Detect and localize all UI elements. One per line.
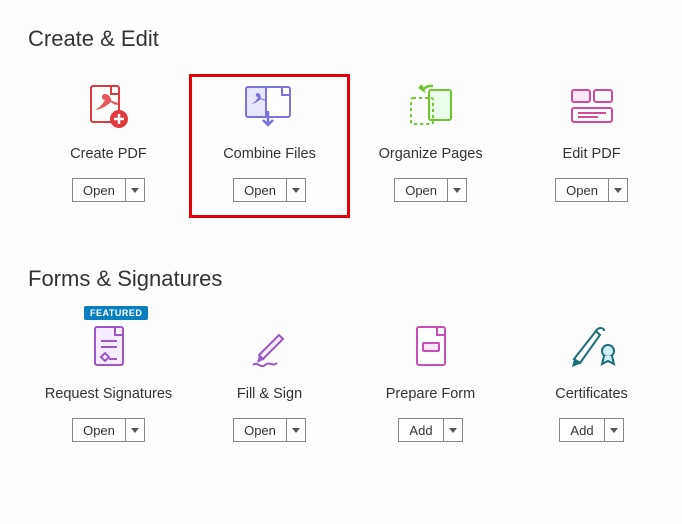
button-label: Open	[556, 179, 609, 201]
tool-label: Fill & Sign	[237, 386, 302, 402]
button-label: Open	[73, 419, 126, 441]
dropdown-arrow-icon[interactable]	[444, 419, 462, 441]
tool-card-combine-files[interactable]: Combine Files Open	[189, 74, 350, 218]
organize-pages-icon	[403, 82, 459, 130]
button-label: Add	[560, 419, 604, 441]
tool-card-request-signatures[interactable]: FEATURED Request Signatures Open	[28, 314, 189, 458]
dropdown-arrow-icon[interactable]	[609, 179, 627, 201]
tools-grid-forms-signatures: FEATURED Request Signatures Open	[28, 314, 672, 458]
create-pdf-icon	[80, 82, 136, 130]
tool-label: Prepare Form	[386, 386, 475, 402]
tool-card-fill-sign[interactable]: Fill & Sign Open	[189, 314, 350, 458]
tool-card-create-pdf[interactable]: Create PDF Open	[28, 74, 189, 218]
request-signatures-icon	[81, 322, 137, 370]
tool-label: Request Signatures	[45, 386, 172, 402]
button-label: Open	[234, 179, 287, 201]
tool-label: Create PDF	[70, 146, 147, 162]
button-label: Add	[399, 419, 443, 441]
open-button[interactable]: Open	[233, 418, 306, 442]
add-button[interactable]: Add	[398, 418, 462, 442]
add-button[interactable]: Add	[559, 418, 623, 442]
featured-badge: FEATURED	[84, 306, 148, 320]
tool-card-edit-pdf[interactable]: Edit PDF Open	[511, 74, 672, 218]
tool-label: Organize Pages	[379, 146, 483, 162]
fill-sign-icon	[242, 322, 298, 370]
button-label: Open	[73, 179, 126, 201]
tools-grid-create-edit: Create PDF Open Combine Files	[28, 74, 672, 218]
section-title-create-edit: Create & Edit	[28, 26, 672, 52]
certificates-icon	[564, 322, 620, 370]
open-button[interactable]: Open	[72, 178, 145, 202]
dropdown-arrow-icon[interactable]	[126, 419, 144, 441]
open-button[interactable]: Open	[233, 178, 306, 202]
tool-label: Certificates	[555, 386, 628, 402]
edit-pdf-icon	[564, 82, 620, 130]
dropdown-arrow-icon[interactable]	[287, 419, 305, 441]
tool-label: Edit PDF	[563, 146, 621, 162]
tool-card-prepare-form[interactable]: Prepare Form Add	[350, 314, 511, 458]
tool-card-organize-pages[interactable]: Organize Pages Open	[350, 74, 511, 218]
prepare-form-icon	[403, 322, 459, 370]
open-button[interactable]: Open	[394, 178, 467, 202]
open-button[interactable]: Open	[72, 418, 145, 442]
dropdown-arrow-icon[interactable]	[448, 179, 466, 201]
button-label: Open	[395, 179, 448, 201]
button-label: Open	[234, 419, 287, 441]
tool-card-certificates[interactable]: Certificates Add	[511, 314, 672, 458]
dropdown-arrow-icon[interactable]	[126, 179, 144, 201]
dropdown-arrow-icon[interactable]	[287, 179, 305, 201]
dropdown-arrow-icon[interactable]	[605, 419, 623, 441]
section-title-forms-signatures: Forms & Signatures	[28, 266, 672, 292]
tool-label: Combine Files	[223, 146, 316, 162]
combine-files-icon	[242, 82, 298, 130]
open-button[interactable]: Open	[555, 178, 628, 202]
